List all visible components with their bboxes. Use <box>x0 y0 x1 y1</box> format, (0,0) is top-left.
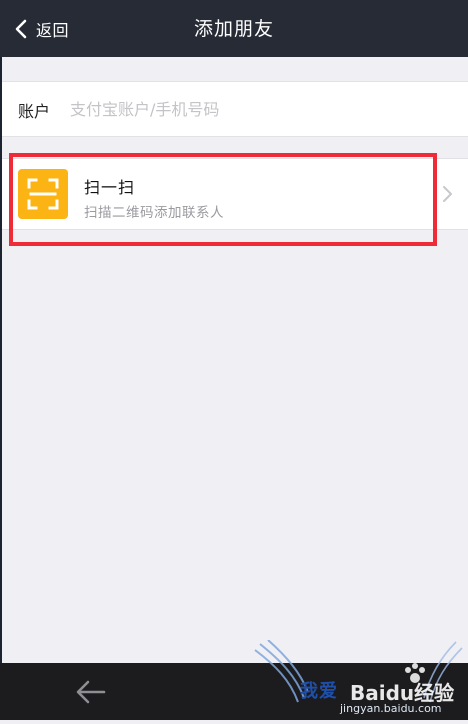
scan-frame-icon <box>18 169 68 219</box>
chevron-right-icon <box>442 185 454 203</box>
nav-header: 返回 添加朋友 <box>0 0 468 57</box>
scan-subtitle: 扫描二维码添加联系人 <box>84 205 224 221</box>
scan-qr-row[interactable]: 扫一扫 扫描二维码添加联系人 <box>2 158 468 230</box>
account-search-row: 账户 <box>2 81 468 137</box>
page-title: 添加朋友 <box>193 18 274 40</box>
account-input[interactable] <box>70 92 430 126</box>
scan-title: 扫一扫 <box>84 178 136 197</box>
account-label: 账户 <box>18 102 51 121</box>
bottom-nav-bar <box>0 663 468 720</box>
arrow-left-icon[interactable] <box>74 677 108 707</box>
